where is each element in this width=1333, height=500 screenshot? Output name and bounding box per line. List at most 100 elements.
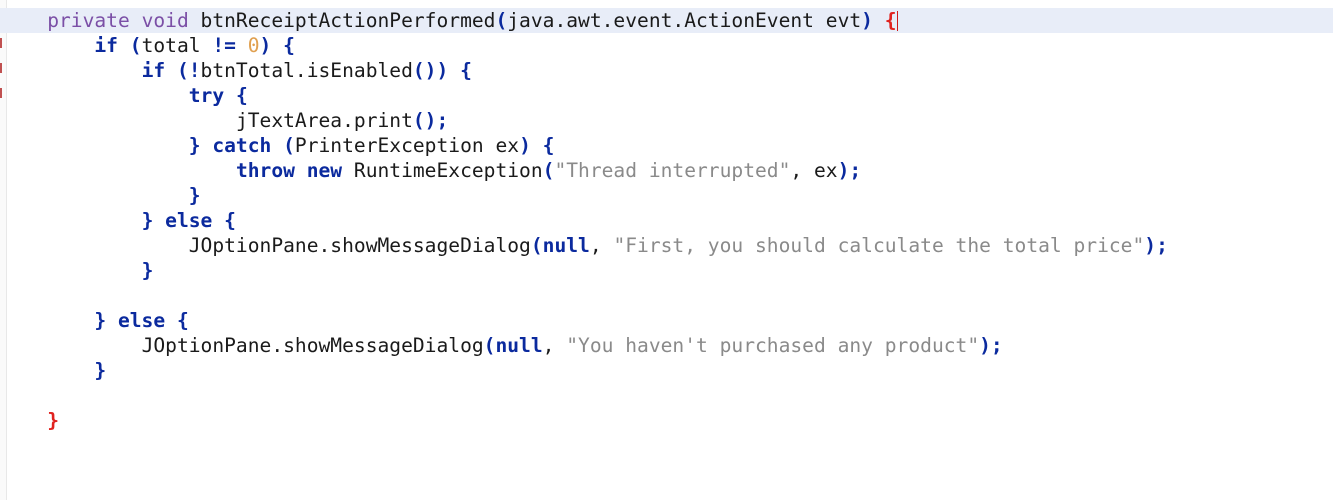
code-line[interactable]: } xyxy=(0,258,1333,283)
punctuation-token: ) xyxy=(519,134,531,157)
punctuation-token: } xyxy=(188,184,201,207)
code-line[interactable]: JOptionPane.showMessageDialog(null, "You… xyxy=(0,333,1333,358)
punctuation-token: ( xyxy=(530,234,543,257)
punctuation-token: != xyxy=(212,34,236,57)
keyword-token: try xyxy=(188,84,225,107)
code-token: java.awt.event.ActionEvent evt xyxy=(507,9,862,32)
code-line[interactable]: } xyxy=(0,408,1333,433)
punctuation-token: ( xyxy=(542,159,555,182)
declaration-keyword-token: void xyxy=(141,9,189,32)
keyword-token: catch xyxy=(212,134,272,157)
code-token: PrinterException ex xyxy=(294,134,520,157)
punctuation-token: { xyxy=(224,209,236,232)
punctuation-token: } xyxy=(141,209,154,232)
punctuation-token: ( xyxy=(283,134,295,157)
code-token: JOptionPane.showMessageDialog xyxy=(188,234,531,257)
code-line[interactable]: } xyxy=(0,358,1333,383)
keyword-token: null xyxy=(495,334,543,357)
punctuation-token: ( xyxy=(129,34,142,57)
punctuation-token: { xyxy=(542,134,555,157)
code-line[interactable]: } else { xyxy=(0,208,1333,233)
code-token: btnReceiptActionPerformed xyxy=(188,9,496,32)
code-text-area[interactable]: private void btnReceiptActionPerformed(j… xyxy=(0,8,1333,433)
code-line[interactable]: if (total != 0) { xyxy=(0,33,1333,58)
punctuation-token: (! xyxy=(176,59,201,82)
code-line[interactable]: jTextArea.print(); xyxy=(0,108,1333,133)
punctuation-token: ( xyxy=(495,9,508,32)
code-line[interactable]: } else { xyxy=(0,308,1333,333)
code-token: total xyxy=(141,34,213,57)
code-line[interactable]: } catch (PrinterException ex) { xyxy=(0,133,1333,158)
punctuation-token: { xyxy=(283,34,295,57)
punctuation-token: ); xyxy=(979,334,1003,357)
code-line[interactable]: throw new RuntimeException("Thread inter… xyxy=(0,158,1333,183)
keyword-token: null xyxy=(542,234,590,257)
text-caret xyxy=(896,11,898,31)
code-token: JOptionPane.showMessageDialog xyxy=(141,334,484,357)
punctuation-token: } xyxy=(94,309,107,332)
keyword-token: else xyxy=(165,209,213,232)
matched-brace-token: { xyxy=(884,9,897,32)
code-line[interactable]: } xyxy=(0,183,1333,208)
current-code-line[interactable]: private void btnReceiptActionPerformed(j… xyxy=(0,8,1333,33)
punctuation-token: { xyxy=(176,309,189,332)
punctuation-token: ( xyxy=(483,334,496,357)
string-literal-token: "You haven't purchased any product" xyxy=(566,334,980,357)
code-token: RuntimeException xyxy=(342,159,543,182)
code-token: , xyxy=(589,234,614,257)
code-line[interactable] xyxy=(0,283,1333,308)
punctuation-token: ); xyxy=(1144,234,1168,257)
code-line[interactable]: JOptionPane.showMessageDialog(null, "Fir… xyxy=(0,233,1333,258)
code-token: , ex xyxy=(790,159,838,182)
punctuation-token: } xyxy=(141,259,154,282)
code-token: btnTotal.isEnabled xyxy=(200,59,413,82)
punctuation-token: (); xyxy=(412,109,449,132)
code-line[interactable]: try { xyxy=(0,83,1333,108)
punctuation-token: } xyxy=(188,134,201,157)
number-literal-token: 0 xyxy=(247,34,260,57)
code-line[interactable]: if (!btnTotal.isEnabled()) { xyxy=(0,58,1333,83)
punctuation-token: } xyxy=(94,359,107,382)
string-literal-token: "First, you should calculate the total p… xyxy=(613,234,1145,257)
punctuation-token: ()) xyxy=(412,59,449,82)
keyword-token: new xyxy=(306,159,343,182)
punctuation-token: ); xyxy=(837,159,862,182)
keyword-token: else xyxy=(117,309,166,332)
keyword-token: if xyxy=(141,59,166,82)
keyword-token: if xyxy=(94,34,118,57)
code-editor[interactable]: private void btnReceiptActionPerformed(j… xyxy=(0,0,1333,500)
punctuation-token: ) xyxy=(861,9,873,32)
code-token: jTextArea.print xyxy=(235,109,413,132)
keyword-token: throw xyxy=(235,159,295,182)
code-line[interactable] xyxy=(0,383,1333,408)
matched-brace-token: } xyxy=(47,409,59,432)
